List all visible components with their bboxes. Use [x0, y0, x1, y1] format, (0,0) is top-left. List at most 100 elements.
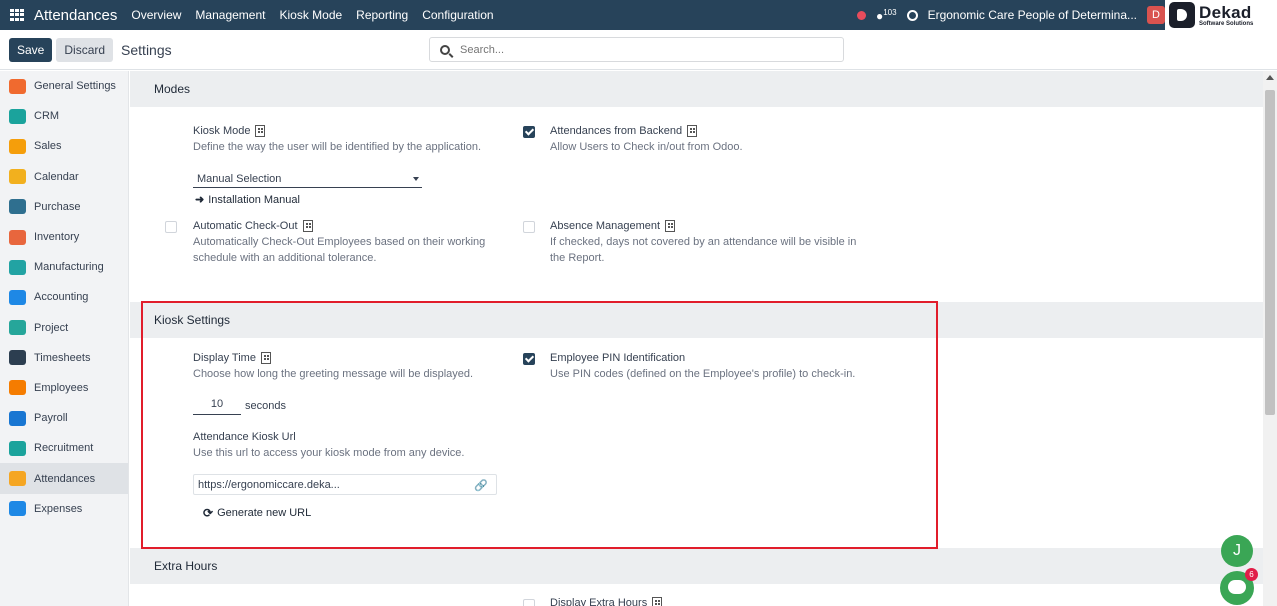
settings-content: Modes Kiosk Mode Define the way the user… [130, 71, 1263, 606]
company-building-icon [255, 125, 266, 137]
company-switcher[interactable]: Ergonomic Care People of Determina... [928, 8, 1137, 22]
kiosk-url-field[interactable]: https://ergonomiccare.deka... 🔗 [193, 474, 497, 495]
extra-hours-title: Display Extra Hours [550, 597, 648, 606]
pin-title: Employee PIN Identification [550, 352, 686, 364]
sales-app-icon [9, 138, 26, 154]
absence-checkbox[interactable] [523, 221, 535, 233]
sidebar-item-crm[interactable]: CRM [0, 101, 128, 131]
sidebar-item-label: Payroll [34, 412, 68, 425]
general-settings-app-icon [9, 78, 26, 94]
sidebar-item-general-settings[interactable]: General Settings [0, 71, 128, 101]
search-input[interactable] [460, 43, 820, 56]
menu-overview[interactable]: Overview [131, 8, 181, 22]
app-name[interactable]: Attendances [34, 7, 117, 24]
sidebar-item-accounting[interactable]: Accounting [0, 282, 128, 312]
modes-section: Kiosk Mode Define the way the user will … [130, 107, 1263, 303]
extra-hours-checkbox[interactable] [523, 599, 535, 606]
kiosk-url-description: Use this url to access your kiosk mode f… [193, 447, 465, 459]
generate-url-label: Generate new URL [217, 507, 312, 519]
user-avatar[interactable]: D [1147, 6, 1165, 24]
scroll-up-arrow-icon[interactable] [1266, 75, 1274, 80]
auto-checkout-desc-line1: Automatically Check-Out Employees based … [193, 236, 486, 248]
project-app-icon [9, 320, 26, 336]
setting-kiosk-mode: Kiosk Mode Define the way the user will … [193, 125, 481, 155]
activity-clock-icon[interactable] [906, 9, 918, 21]
backend-checkbox[interactable] [523, 126, 535, 138]
sidebar-item-manufacturing[interactable]: Manufacturing [0, 252, 128, 282]
page-title: Settings [121, 41, 172, 58]
menu-reporting[interactable]: Reporting [356, 8, 408, 22]
recruitment-app-icon [9, 440, 26, 456]
discard-button[interactable]: Discard [56, 37, 114, 62]
section-heading-modes: Modes [130, 71, 1263, 107]
scroll-thumb[interactable] [1265, 90, 1275, 415]
sidebar-item-payroll[interactable]: Payroll [0, 403, 128, 433]
installation-manual-link[interactable]: ➜ Installation Manual [195, 193, 300, 207]
sidebar-item-label: Employees [34, 381, 89, 394]
dekad-logo-icon [1169, 2, 1195, 28]
payroll-app-icon [9, 410, 26, 426]
installation-manual-label: Installation Manual [208, 193, 300, 206]
sidebar-item-label: Manufacturing [34, 261, 104, 274]
auto-checkout-checkbox[interactable] [165, 221, 177, 233]
settings-sidebar: General Settings CRM Sales Calendar Purchase… [0, 71, 129, 606]
sidebar-item-inventory[interactable]: Inventory [0, 222, 128, 252]
absence-title: Absence Management [550, 220, 661, 232]
kiosk-mode-select[interactable]: Manual Selection [193, 170, 422, 188]
generate-url-button[interactable]: ⟳ Generate new URL [203, 506, 311, 520]
chat-count-badge: 103 [883, 7, 897, 17]
sidebar-item-label: General Settings [34, 80, 116, 93]
setting-auto-checkout: Automatic Check-Out Automatically Check-… [193, 220, 485, 266]
chevron-down-icon [413, 177, 419, 181]
sidebar-item-label: Recruitment [34, 442, 94, 455]
pin-description: Use PIN codes (defined on the Employee's… [550, 368, 856, 380]
scrollbar[interactable] [1263, 71, 1277, 606]
menu-configuration[interactable]: Configuration [422, 8, 493, 22]
search-icon [440, 44, 450, 55]
auto-checkout-title: Automatic Check-Out [193, 220, 298, 232]
menu-management[interactable]: Management [195, 8, 265, 22]
kiosk-url-value: https://ergonomiccare.deka... [198, 478, 340, 491]
kiosk-url-title: Attendance Kiosk Url [193, 431, 296, 443]
sidebar-item-timesheets[interactable]: Timesheets [0, 343, 128, 373]
sidebar-item-label: Project [34, 321, 69, 334]
manufacturing-app-icon [9, 259, 26, 275]
sidebar-item-calendar[interactable]: Calendar [0, 162, 128, 192]
sidebar-item-label: Expenses [34, 502, 83, 515]
display-time-title: Display Time [193, 352, 256, 364]
display-time-input[interactable]: 10 [193, 398, 241, 415]
refresh-icon: ⟳ [203, 506, 214, 520]
menu-kiosk-mode[interactable]: Kiosk Mode [279, 8, 342, 22]
arrow-right-icon: ➜ [195, 194, 205, 206]
purchase-app-icon [9, 199, 26, 215]
sidebar-item-sales[interactable]: Sales [0, 131, 128, 161]
pin-checkbox[interactable] [523, 353, 535, 365]
auto-checkout-desc-line2: schedule with an additional tolerance. [193, 252, 377, 264]
company-building-icon [302, 220, 313, 232]
chat-icon[interactable]: ●103 [876, 8, 897, 23]
sidebar-item-expenses[interactable]: Expenses [0, 494, 128, 524]
brand-logo: Dekad Software Solutions [1165, 0, 1277, 30]
display-time-description: Choose how long the greeting message wil… [193, 368, 474, 380]
sidebar-item-attendances[interactable]: Attendances [0, 463, 128, 494]
copy-link-icon[interactable]: 🔗 [474, 479, 488, 492]
sidebar-item-recruitment[interactable]: Recruitment [0, 433, 128, 463]
sidebar-item-purchase[interactable]: Purchase [0, 192, 128, 222]
sidebar-item-label: Purchase [34, 200, 81, 213]
calendar-app-icon [9, 169, 26, 185]
section-heading-kiosk-settings: Kiosk Settings [130, 302, 1263, 338]
status-dot-icon[interactable] [856, 10, 866, 20]
save-button[interactable]: Save [9, 37, 53, 62]
sidebar-item-project[interactable]: Project [0, 313, 128, 343]
crm-app-icon [9, 108, 26, 124]
kiosk-mode-title: Kiosk Mode [193, 125, 251, 137]
user-chat-bubble[interactable]: J [1221, 535, 1253, 567]
display-time-unit: seconds [245, 400, 286, 412]
settings-search[interactable] [429, 37, 844, 62]
timesheets-app-icon [9, 350, 26, 366]
chatbot-badge: 6 [1245, 568, 1258, 581]
control-panel: Save Discard Settings [0, 30, 1277, 70]
kiosk-mode-description: Define the way the user will be identifi… [193, 141, 482, 153]
apps-grid-icon[interactable] [10, 9, 24, 21]
sidebar-item-employees[interactable]: Employees [0, 373, 128, 403]
